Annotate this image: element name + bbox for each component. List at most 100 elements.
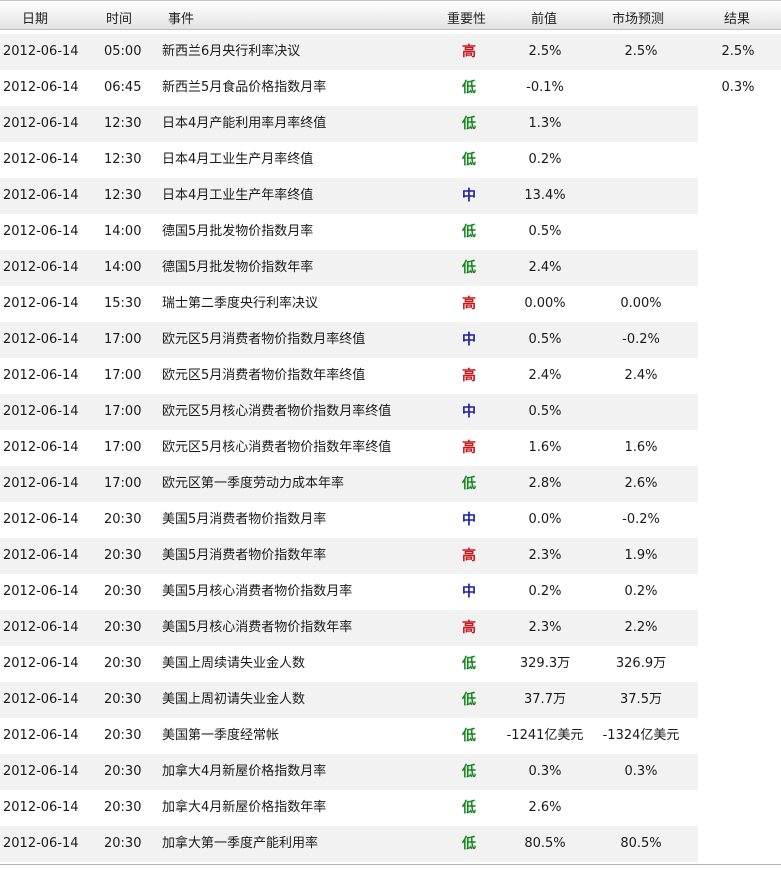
event-cell: 美国5月核心消费者物价指数年率 xyxy=(162,620,353,635)
forecast-value-cell xyxy=(599,142,683,178)
time-cell: 14:00 xyxy=(104,260,142,275)
time-cell: 15:30 xyxy=(104,296,142,311)
date-cell: 2012-06-14 xyxy=(3,224,79,239)
event-cell: 美国上周初请失业金人数 xyxy=(162,692,306,707)
actual-value-cell xyxy=(702,502,774,538)
header-time: 时间 xyxy=(106,12,133,27)
forecast-value-cell: -0.2% xyxy=(622,512,660,527)
previous-value-cell: 0.0% xyxy=(528,512,562,527)
forecast-value-cell xyxy=(599,106,683,142)
forecast-value-cell: 0.00% xyxy=(620,296,662,311)
date-cell: 2012-06-14 xyxy=(3,476,79,491)
actual-value-cell xyxy=(702,718,774,754)
previous-value-cell: 2.4% xyxy=(528,260,562,275)
event-cell: 德国5月批发物价指数月率 xyxy=(162,224,314,239)
event-cell: 美国5月消费者物价指数月率 xyxy=(162,512,327,527)
actual-value-cell xyxy=(702,574,774,610)
previous-value-cell: 2.6% xyxy=(528,800,562,815)
importance-cell: 高 xyxy=(462,440,476,456)
event-cell: 美国5月消费者物价指数年率 xyxy=(162,548,327,563)
importance-cell: 低 xyxy=(462,224,476,240)
forecast-value-cell: 80.5% xyxy=(620,836,662,851)
forecast-value-cell: 1.6% xyxy=(624,440,658,455)
event-cell: 欧元区5月消费者物价指数月率终值 xyxy=(162,332,366,347)
date-cell: 2012-06-14 xyxy=(3,728,79,743)
event-cell: 新西兰5月食品价格指数月率 xyxy=(162,80,327,95)
previous-value-cell: 2.3% xyxy=(528,548,562,563)
forecast-value-cell: 326.9万 xyxy=(615,656,667,671)
event-cell: 欧元区5月消费者物价指数年率终值 xyxy=(162,368,366,383)
time-cell: 14:00 xyxy=(104,224,142,239)
table-row: 2012-06-14 17:00 欧元区5月核心消费者物价指数月率终值 中 0.5% xyxy=(0,394,781,430)
event-cell: 美国5月核心消费者物价指数月率 xyxy=(162,584,353,599)
actual-value-cell xyxy=(702,682,774,718)
previous-value-cell: 1.6% xyxy=(528,440,562,455)
actual-value-cell xyxy=(702,214,774,250)
date-cell: 2012-06-14 xyxy=(3,512,79,527)
table-bottom-border xyxy=(0,864,781,865)
header-event: 事件 xyxy=(168,12,195,27)
table-row: 2012-06-14 20:30 加拿大4月新屋价格指数月率 低 0.3% 0.3% xyxy=(0,754,781,790)
event-cell: 日本4月产能利用率月率终值 xyxy=(162,116,327,131)
forecast-value-cell xyxy=(599,250,683,286)
time-cell: 17:00 xyxy=(104,332,142,347)
previous-value-cell: 80.5% xyxy=(524,836,566,851)
table-row: 2012-06-14 12:30 日本4月产能利用率月率终值 低 1.3% xyxy=(0,106,781,142)
actual-value-cell xyxy=(702,322,774,358)
previous-value-cell: 2.4% xyxy=(528,368,562,383)
date-cell: 2012-06-14 xyxy=(3,584,79,599)
time-cell: 20:30 xyxy=(104,764,142,779)
date-cell: 2012-06-14 xyxy=(3,836,79,851)
previous-value-cell: 2.8% xyxy=(528,476,562,491)
actual-value-cell: 0.3% xyxy=(721,80,755,95)
forecast-value-cell: -0.2% xyxy=(622,332,660,347)
time-cell: 20:30 xyxy=(104,512,142,527)
importance-cell: 中 xyxy=(462,188,476,204)
actual-value-cell xyxy=(702,826,774,862)
importance-cell: 中 xyxy=(462,332,476,348)
importance-cell: 高 xyxy=(462,44,476,60)
header-forecast: 市场预测 xyxy=(612,12,665,27)
table-row: 2012-06-14 20:30 美国第一季度经常帐 低 -1241亿美元 -1324亿美… xyxy=(0,718,781,754)
importance-cell: 低 xyxy=(462,764,476,780)
time-cell: 20:30 xyxy=(104,620,142,635)
date-cell: 2012-06-14 xyxy=(3,656,79,671)
table-row: 2012-06-14 20:30 美国5月消费者物价指数年率 高 2.3% 1.9% xyxy=(0,538,781,574)
forecast-value-cell: 2.2% xyxy=(624,620,658,635)
date-cell: 2012-06-14 xyxy=(3,800,79,815)
time-cell: 20:30 xyxy=(104,692,142,707)
actual-value-cell xyxy=(702,142,774,178)
forecast-value-cell: 1.9% xyxy=(624,548,658,563)
table-row: 2012-06-14 20:30 美国5月核心消费者物价指数月率 中 0.2% 0.2% xyxy=(0,574,781,610)
table-body: 2012-06-14 05:00 新西兰6月央行利率决议高 2.5% 2.5% 2.5% 2… xyxy=(0,34,781,862)
time-cell: 17:00 xyxy=(104,404,142,419)
event-cell: 美国上周续请失业金人数 xyxy=(162,656,306,671)
time-cell: 12:30 xyxy=(104,152,142,167)
importance-cell: 高 xyxy=(462,368,476,384)
forecast-value-cell: 2.6% xyxy=(624,476,658,491)
forecast-value-cell: -1324亿美元 xyxy=(602,728,680,743)
importance-cell: 中 xyxy=(462,584,476,600)
date-cell: 2012-06-14 xyxy=(3,548,79,563)
previous-value-cell: 0.2% xyxy=(528,584,562,599)
importance-cell: 低 xyxy=(462,692,476,708)
economic-calendar: 日期 时间 事件 重要性 前值 市场预测 结果 2012-06-14 05:00 新… xyxy=(0,0,781,874)
time-cell: 20:30 xyxy=(104,728,142,743)
previous-value-cell: 0.5% xyxy=(528,404,562,419)
time-cell: 12:30 xyxy=(104,116,142,131)
event-cell: 欧元区第一季度劳动力成本年率 xyxy=(162,476,345,491)
header-actual: 结果 xyxy=(724,12,751,27)
actual-value-cell xyxy=(702,286,774,322)
date-cell: 2012-06-14 xyxy=(3,440,79,455)
time-cell: 20:30 xyxy=(104,800,142,815)
previous-value-cell: 2.5% xyxy=(528,44,562,59)
table-row: 2012-06-14 12:30 日本4月工业生产月率终值 低 0.2% xyxy=(0,142,781,178)
importance-cell: 低 xyxy=(462,260,476,276)
table-row: 2012-06-14 17:00 欧元区5月核心消费者物价指数年率终值 高 1.6% 1.… xyxy=(0,430,781,466)
time-cell: 17:00 xyxy=(104,368,142,383)
date-cell: 2012-06-14 xyxy=(3,116,79,131)
event-cell: 美国第一季度经常帐 xyxy=(162,728,280,743)
date-cell: 2012-06-14 xyxy=(3,332,79,347)
forecast-value-cell: 0.3% xyxy=(624,764,658,779)
table-row: 2012-06-14 14:00 德国5月批发物价指数年率 低 2.4% xyxy=(0,250,781,286)
